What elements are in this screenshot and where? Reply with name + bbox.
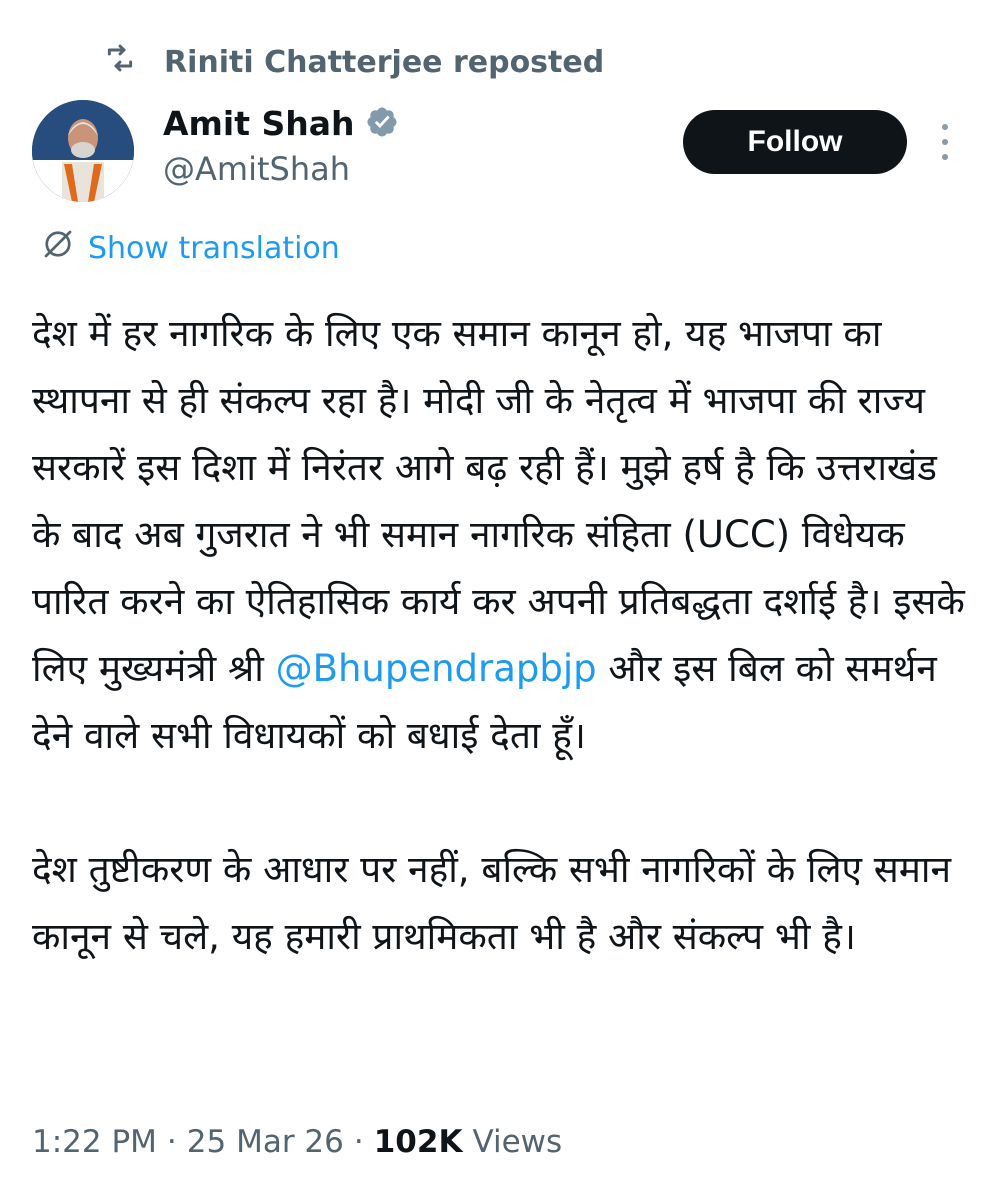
meta-separator: · [166,1124,177,1160]
translate-icon [40,226,76,270]
tweet-time[interactable]: 1:22 PM [32,1124,157,1160]
author-name-row[interactable]: Amit Shah [163,104,399,143]
repost-header[interactable]: Riniti Chatterjee reposted [104,40,604,84]
more-dot [942,124,948,130]
mention-link[interactable]: @Bhupendrapbjp [276,647,597,690]
more-dot [942,154,948,160]
more-dot [942,139,948,145]
tweet-text: देश में हर नागरिक के लिए एक समान कानून ह… [32,300,977,970]
author-name[interactable]: Amit Shah [163,104,355,143]
views-count: 102K [373,1124,463,1160]
tweet-meta: 1:22 PM · 25 Mar 26 · 102K Views [32,1124,562,1160]
follow-button[interactable]: Follow [683,110,907,174]
author-handle[interactable]: @AmitShah [163,150,350,188]
repost-label: Riniti Chatterjee reposted [164,44,605,80]
avatar[interactable] [32,100,134,202]
more-vertical-icon[interactable] [935,124,955,160]
tweet-text-part: देश में हर नागरिक के लिए एक समान कानून ह… [32,312,965,690]
show-translation-link[interactable]: Show translation [40,226,340,270]
repost-icon [104,42,136,82]
show-translation-label[interactable]: Show translation [88,231,340,266]
tweet-paragraph-1: देश में हर नागरिक के लिए एक समान कानून ह… [32,300,977,769]
meta-separator: · [353,1124,364,1160]
tweet-date[interactable]: 25 Mar 26 [187,1124,344,1160]
views-label: Views [472,1124,563,1160]
verified-badge-icon [365,105,399,143]
tweet-paragraph-2: देश तुष्टीकरण के आधार पर नहीं, बल्कि सभी… [32,848,952,958]
